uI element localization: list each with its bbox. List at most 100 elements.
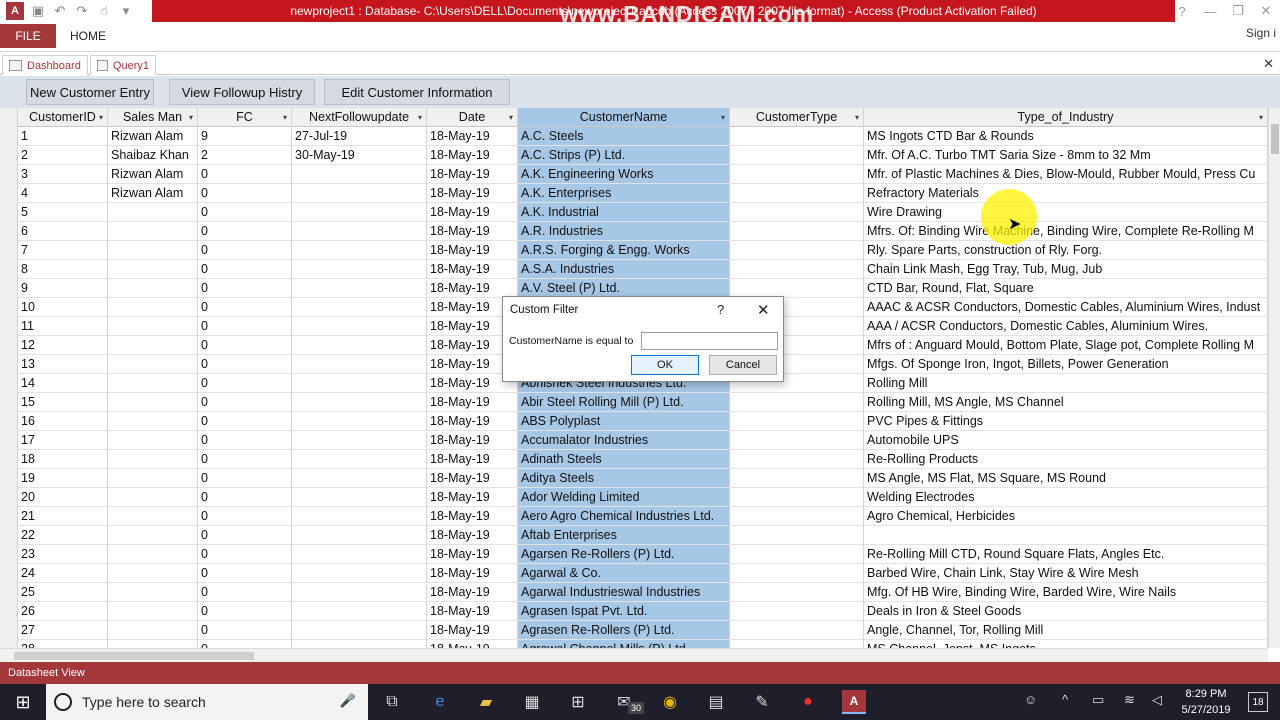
table-cell[interactable]: Angle, Channel, Tor, Rolling Mill — [864, 621, 1268, 640]
dialog-help-icon[interactable]: ? — [717, 302, 724, 317]
dialog-close-icon[interactable]: ✕ — [757, 301, 770, 319]
table-cell[interactable]: 18-May-19 — [427, 412, 518, 431]
taskbar-search[interactable]: Type here to search 🎤 — [46, 684, 368, 720]
table-cell[interactable]: Rizwan Alam — [108, 184, 198, 203]
table-cell[interactable]: 27 — [18, 621, 108, 640]
filter-dropdown-icon[interactable]: ▾ — [283, 113, 287, 122]
table-cell[interactable]: Automobile UPS — [864, 431, 1268, 450]
table-cell[interactable]: A.R. Industries — [518, 222, 730, 241]
table-cell[interactable] — [108, 412, 198, 431]
table-cell[interactable] — [108, 526, 198, 545]
table-cell[interactable] — [292, 469, 427, 488]
table-cell[interactable]: 0 — [198, 184, 292, 203]
table-cell[interactable]: MS Angle, MS Flat, MS Square, MS Round — [864, 469, 1268, 488]
table-cell[interactable]: Agarwal Industrieswal Industries — [518, 583, 730, 602]
table-cell[interactable] — [108, 393, 198, 412]
table-cell[interactable]: Rizwan Alam — [108, 165, 198, 184]
table-cell[interactable] — [108, 241, 198, 260]
microphone-icon[interactable]: 🎤 — [340, 693, 356, 709]
table-cell[interactable]: 14 — [18, 374, 108, 393]
table-cell[interactable]: 18-May-19 — [427, 146, 518, 165]
table-cell[interactable] — [108, 507, 198, 526]
table-cell[interactable] — [730, 507, 864, 526]
table-cell[interactable]: Deals in Iron & Steel Goods — [864, 602, 1268, 621]
table-cell[interactable]: Agro Chemical, Herbicides — [864, 507, 1268, 526]
table-cell[interactable]: 18-May-19 — [427, 640, 518, 648]
table-cell[interactable]: 20 — [18, 488, 108, 507]
file-explorer-icon[interactable]: ▰ — [474, 690, 498, 714]
table-cell[interactable]: MS Channel, Jonst, MS Ingots — [864, 640, 1268, 648]
customize-toolbar-icon[interactable]: ▾ — [118, 3, 134, 19]
table-cell[interactable] — [292, 279, 427, 298]
table-cell[interactable] — [108, 564, 198, 583]
table-cell[interactable]: 18-May-19 — [427, 127, 518, 146]
table-cell[interactable]: 7 — [18, 241, 108, 260]
filter-dropdown-icon[interactable]: ▾ — [418, 113, 422, 122]
table-cell[interactable]: 0 — [198, 602, 292, 621]
tab-file[interactable]: FILE — [0, 24, 56, 48]
table-cell[interactable]: Aditya Steels — [518, 469, 730, 488]
table-cell[interactable]: 27-Jul-19 — [292, 127, 427, 146]
table-cell[interactable]: 18-May-19 — [427, 469, 518, 488]
table-cell[interactable]: 18-May-19 — [427, 602, 518, 621]
table-cell[interactable]: Rizwan Alam — [108, 127, 198, 146]
table-cell[interactable]: 0 — [198, 222, 292, 241]
table-cell[interactable] — [730, 165, 864, 184]
table-cell[interactable] — [108, 279, 198, 298]
filter-dropdown-icon[interactable]: ▾ — [99, 113, 103, 122]
table-cell[interactable]: 0 — [198, 564, 292, 583]
table-cell[interactable]: 24 — [18, 564, 108, 583]
close-object-icon[interactable]: ✕ — [1263, 56, 1274, 72]
table-cell[interactable]: Re-Rolling Products — [864, 450, 1268, 469]
sign-in-link[interactable]: Sign i — [1246, 26, 1276, 40]
table-cell[interactable]: PVC Pipes & Fittings — [864, 412, 1268, 431]
table-cell[interactable] — [292, 640, 427, 648]
minimize-icon[interactable]: — — [1196, 4, 1224, 19]
column-header-customername[interactable]: CustomerName ▾ — [518, 108, 730, 127]
table-cell[interactable] — [108, 640, 198, 648]
table-cell[interactable]: Adinath Steels — [518, 450, 730, 469]
table-cell[interactable] — [292, 336, 427, 355]
table-cell[interactable] — [292, 488, 427, 507]
table-cell[interactable] — [292, 602, 427, 621]
vertical-scroll-thumb[interactable] — [1271, 124, 1279, 154]
table-cell[interactable] — [292, 317, 427, 336]
table-cell[interactable]: 18-May-19 — [427, 165, 518, 184]
table-cell[interactable]: Rly. Spare Parts, construction of Rly. F… — [864, 241, 1268, 260]
wifi-icon[interactable]: ≋ — [1124, 692, 1135, 708]
undo-icon[interactable]: ↶ — [52, 3, 68, 19]
table-cell[interactable]: Mfr. of Plastic Machines & Dies, Blow-Mo… — [864, 165, 1268, 184]
edge-icon[interactable]: e — [428, 690, 452, 714]
edit-customer-information-button[interactable]: Edit Customer Information — [324, 79, 510, 105]
table-cell[interactable] — [730, 412, 864, 431]
table-cell[interactable] — [292, 165, 427, 184]
table-cell[interactable] — [730, 203, 864, 222]
table-cell[interactable]: 15 — [18, 393, 108, 412]
table-cell[interactable]: 18-May-19 — [427, 621, 518, 640]
table-cell[interactable] — [108, 621, 198, 640]
restore-icon[interactable]: ❐ — [1224, 3, 1252, 19]
table-cell[interactable]: 2 — [18, 146, 108, 165]
table-cell[interactable] — [292, 412, 427, 431]
horizontal-scrollbar[interactable] — [0, 648, 1268, 662]
table-cell[interactable]: 0 — [198, 241, 292, 260]
table-cell[interactable] — [730, 241, 864, 260]
close-window-icon[interactable]: ✕ — [1252, 3, 1280, 19]
table-cell[interactable]: 0 — [198, 488, 292, 507]
table-cell[interactable] — [292, 203, 427, 222]
table-cell[interactable] — [730, 393, 864, 412]
table-cell[interactable]: 0 — [198, 336, 292, 355]
table-cell[interactable]: 10 — [18, 298, 108, 317]
table-cell[interactable]: 0 — [198, 298, 292, 317]
table-cell[interactable]: 0 — [198, 260, 292, 279]
table-cell[interactable]: 19 — [18, 469, 108, 488]
table-cell[interactable]: A.K. Industrial — [518, 203, 730, 222]
table-cell[interactable]: 18-May-19 — [427, 393, 518, 412]
table-cell[interactable]: 18-May-19 — [427, 507, 518, 526]
table-cell[interactable]: 0 — [198, 374, 292, 393]
table-cell[interactable]: AAAC & ACSR Conductors, Domestic Cables,… — [864, 298, 1268, 317]
table-cell[interactable]: Agarwal & Co. — [518, 564, 730, 583]
table-cell[interactable] — [730, 431, 864, 450]
table-cell[interactable]: Aftab Enterprises — [518, 526, 730, 545]
table-cell[interactable]: 18-May-19 — [427, 488, 518, 507]
